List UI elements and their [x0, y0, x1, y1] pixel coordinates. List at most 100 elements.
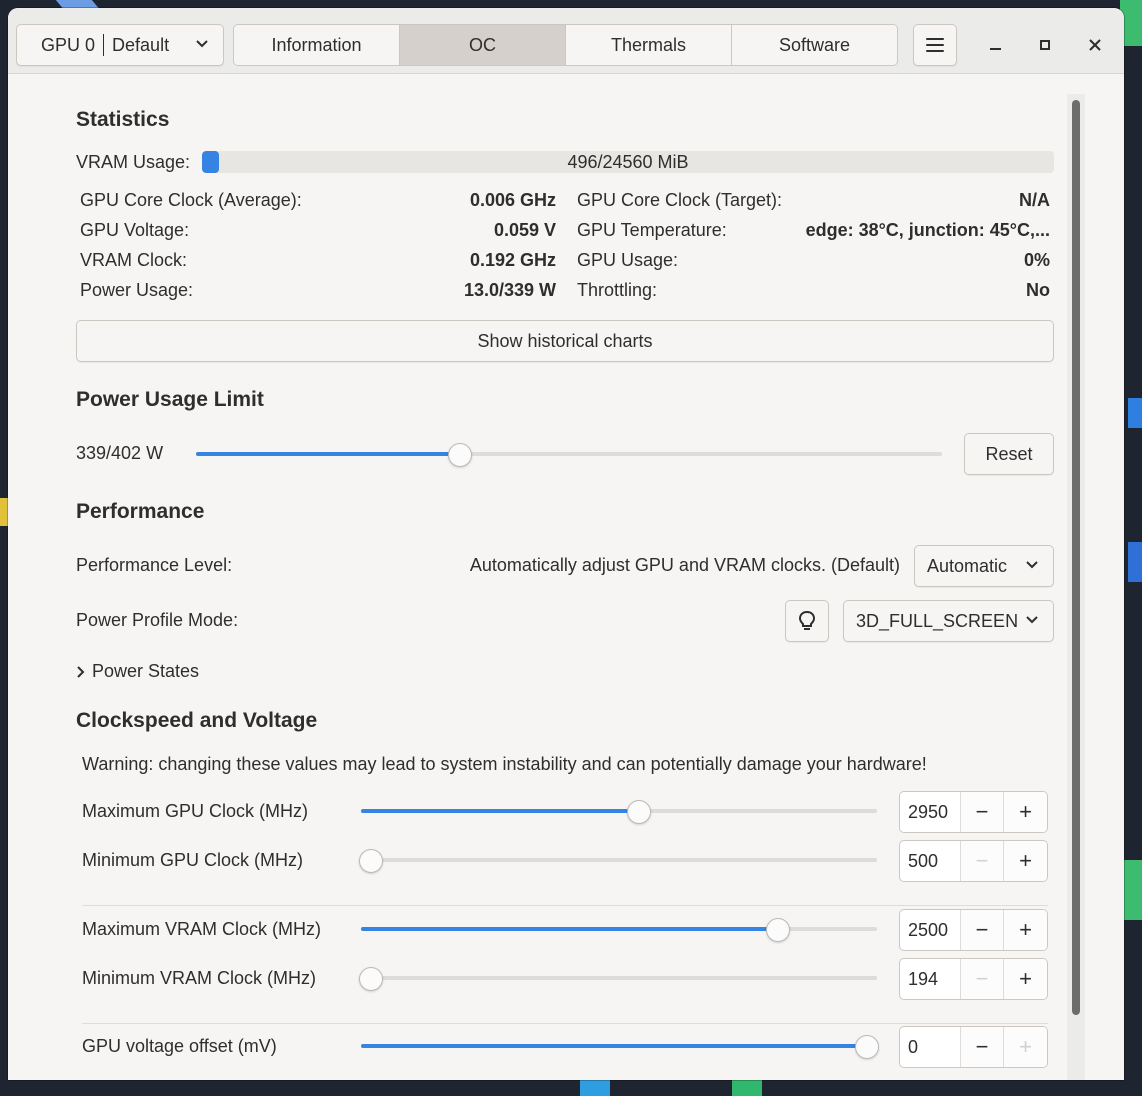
- power-limit-value: 339/402 W: [76, 443, 164, 463]
- reset-button[interactable]: Reset: [964, 433, 1054, 475]
- stat-label: Throttling:: [577, 280, 658, 300]
- stat-label: GPU Core Clock (Average):: [80, 190, 302, 210]
- clock-setting-slider[interactable]: [359, 967, 877, 991]
- power-states-expander[interactable]: Power States: [76, 661, 199, 682]
- show-historical-charts-button[interactable]: Show historical charts: [76, 320, 1054, 362]
- stat-label: GPU Voltage:: [80, 220, 190, 240]
- stat-value: N/A: [1019, 190, 1050, 210]
- slider-knob[interactable]: [855, 1035, 879, 1059]
- spinbutton-value[interactable]: 2500: [900, 910, 961, 950]
- plus-icon: +: [1019, 966, 1032, 991]
- minus-icon: −: [975, 966, 989, 991]
- minus-icon: −: [975, 799, 989, 824]
- section-separator: [82, 1023, 1048, 1024]
- decrement-button[interactable]: −: [961, 910, 1004, 950]
- chevron-down-icon: [195, 34, 209, 59]
- close-icon: [1089, 39, 1101, 51]
- power-states-label: Power States: [92, 661, 200, 681]
- slider-fill: [361, 809, 639, 813]
- clock-setting-slider[interactable]: [361, 1035, 879, 1059]
- clock-setting-slider[interactable]: [359, 849, 877, 873]
- stat-value: 0.059 V: [493, 220, 556, 240]
- stat-label: GPU Usage:: [577, 250, 679, 270]
- clock-setting-label: Minimum GPU Clock (MHz): [82, 850, 304, 870]
- clock-setting-slider[interactable]: [361, 918, 877, 942]
- scrollbar-thumb[interactable]: [1072, 100, 1080, 1015]
- clock-setting-label: Maximum VRAM Clock (MHz): [82, 919, 322, 939]
- stat-value: edge: 38°C, junction: 45°C,...: [805, 220, 1050, 240]
- increment-button[interactable]: +: [1004, 841, 1047, 881]
- power-profile-label: Power Profile Mode:: [76, 610, 239, 630]
- stat-label: VRAM Clock:: [80, 250, 188, 270]
- clock-setting-spinbutton[interactable]: 194− +: [899, 958, 1048, 1000]
- gpu-selector-label: GPU 0: [41, 34, 96, 55]
- tab-thermals[interactable]: Thermals: [566, 25, 732, 65]
- stat-value: 0%: [1023, 250, 1050, 270]
- plus-icon: +: [1019, 848, 1032, 873]
- plus-icon: +: [1019, 799, 1032, 824]
- spinbutton-value[interactable]: 194: [900, 959, 961, 999]
- slider-fill: [196, 452, 461, 456]
- slider-track: [361, 858, 877, 862]
- power-limit-slider[interactable]: [196, 443, 942, 467]
- slider-fill: [361, 927, 778, 931]
- clockspeed-heading: Clockspeed and Voltage: [76, 709, 318, 732]
- clock-setting-label: GPU voltage offset (mV): [82, 1036, 277, 1056]
- slider-knob[interactable]: [359, 967, 383, 991]
- minimize-button[interactable]: [982, 32, 1008, 58]
- power-profile-dropdown[interactable]: 3D_FULL_SCREEN: [843, 600, 1054, 642]
- stat-label: Power Usage:: [80, 280, 194, 300]
- increment-button[interactable]: +: [1004, 792, 1047, 832]
- slider-knob[interactable]: [448, 443, 473, 467]
- gpu-selector-dropdown[interactable]: GPU 0 Default: [16, 24, 224, 66]
- increment-button[interactable]: +: [1004, 959, 1047, 999]
- clock-setting-slider[interactable]: [361, 800, 877, 824]
- decrement-button[interactable]: −: [961, 841, 1004, 881]
- decrement-button[interactable]: −: [961, 959, 1004, 999]
- vram-usage-label: VRAM Usage:: [76, 152, 191, 172]
- increment-button[interactable]: +: [1004, 910, 1047, 950]
- plus-icon: +: [1019, 917, 1032, 942]
- spinbutton-value[interactable]: 0: [900, 1027, 961, 1067]
- oc-page: Statistics VRAM Usage: 496/24560 MiB GPU…: [8, 74, 1068, 1080]
- maximize-icon: [1040, 40, 1050, 50]
- power-profile-value: 3D_FULL_SCREEN: [856, 610, 1019, 631]
- chevron-down-icon: [1025, 555, 1039, 580]
- vram-usage-text: 496/24560 MiB: [567, 152, 689, 172]
- clock-setting-spinbutton[interactable]: 0− +: [899, 1026, 1048, 1068]
- stat-value: 0.192 GHz: [469, 250, 556, 270]
- stat-value: No: [1026, 280, 1050, 300]
- performance-level-dropdown[interactable]: Automatic: [914, 545, 1054, 587]
- clock-setting-spinbutton[interactable]: 2950− +: [899, 791, 1048, 833]
- stat-value: 0.006 GHz: [469, 190, 556, 210]
- main-menu-button[interactable]: [913, 24, 957, 66]
- clockspeed-warning: Warning: changing these values may lead …: [82, 754, 927, 774]
- power-profile-info-button[interactable]: [785, 600, 829, 642]
- close-button[interactable]: [1082, 32, 1108, 58]
- clock-setting-spinbutton[interactable]: 500− +: [899, 840, 1048, 882]
- power-limit-heading: Power Usage Limit: [76, 388, 264, 411]
- slider-knob[interactable]: [626, 800, 651, 824]
- decrement-button[interactable]: −: [961, 792, 1004, 832]
- spinbutton-value[interactable]: 500: [900, 841, 961, 881]
- slider-track: [361, 976, 877, 980]
- app-window: GPU 0 Default Information OC Thermals So…: [8, 8, 1124, 1080]
- performance-level-description: Automatically adjust GPU and VRAM clocks…: [469, 555, 900, 575]
- header-bar: GPU 0 Default Information OC Thermals So…: [8, 8, 1124, 74]
- lightbulb-icon: [798, 610, 816, 630]
- spinbutton-value[interactable]: 2950: [900, 792, 961, 832]
- tab-oc[interactable]: OC: [400, 25, 566, 65]
- decrement-button[interactable]: −: [961, 1027, 1004, 1067]
- slider-knob[interactable]: [359, 849, 383, 873]
- tab-information[interactable]: Information: [234, 25, 400, 65]
- chevron-right-icon: [77, 665, 85, 678]
- plus-icon: +: [1019, 1034, 1032, 1059]
- increment-button[interactable]: +: [1004, 1027, 1047, 1067]
- clock-setting-spinbutton[interactable]: 2500− +: [899, 909, 1048, 951]
- slider-knob[interactable]: [765, 918, 790, 942]
- maximize-button[interactable]: [1032, 32, 1058, 58]
- section-separator: [82, 905, 1048, 906]
- minus-icon: −: [975, 848, 989, 873]
- minimize-icon: [989, 48, 1001, 50]
- tab-software[interactable]: Software: [732, 25, 897, 65]
